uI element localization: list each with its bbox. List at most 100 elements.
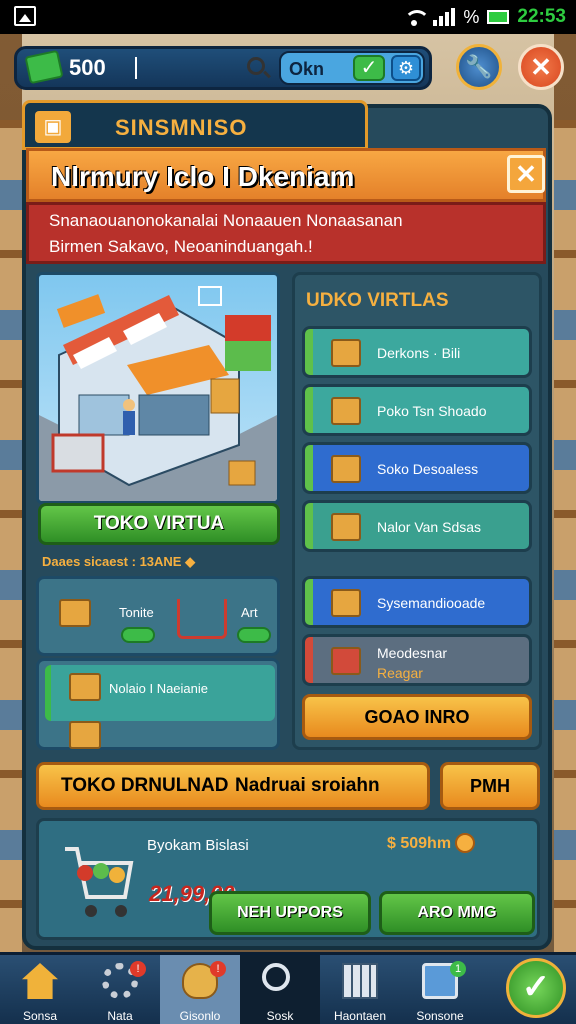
goao-inro-button[interactable]: GOAO INRO: [302, 694, 532, 740]
shopping-cart-icon: [65, 847, 134, 917]
box-icon: [331, 339, 361, 367]
mini-item-label: Nolaio I Naeianie: [109, 681, 209, 696]
mini-items-panel: Tonite Art: [36, 576, 280, 656]
promo-label: Daaes sicaest : 13ANE ◆: [42, 554, 196, 569]
panel-tab[interactable]: ▣ SINSMNISO: [22, 100, 368, 150]
upgrade-button[interactable]: NEH UPPORS: [209, 891, 371, 935]
search-icon[interactable]: [247, 57, 265, 75]
notification-badge: !: [130, 961, 146, 977]
list-item[interactable]: Soko Desoaless: [302, 442, 532, 494]
coin-icon: [455, 833, 475, 853]
list-item[interactable]: Sysemandiooade: [302, 576, 532, 628]
list-item-label: Meodesnar: [377, 645, 448, 661]
alert-line-2: Birmen Sakavo, Neoaninduangah.!: [49, 237, 313, 256]
currency-bar: 500 Okn ✓ ⚙: [14, 46, 432, 90]
tab-title: SINSMNISO: [115, 115, 248, 140]
card-price: $ 509hm: [387, 835, 452, 852]
status-bar: % 22:53: [0, 0, 576, 34]
nav-label: Sosk: [266, 1009, 294, 1023]
wifi-icon: [403, 8, 431, 26]
nav-label: Sonsa: [22, 1009, 58, 1023]
box-icon: [331, 397, 361, 425]
mini-item-label: Art: [241, 605, 258, 620]
gallery-icon: [14, 6, 36, 26]
list-item[interactable]: Derkons · Bili: [302, 326, 532, 378]
nav-label: Sonsone: [416, 1009, 464, 1023]
nav-home[interactable]: Sonsa: [0, 955, 80, 1024]
list-item-label: Poko Tsn Shoado: [377, 403, 487, 419]
banner-close-button[interactable]: ✕: [507, 155, 545, 193]
pmh-button[interactable]: PMH: [440, 762, 540, 810]
box-icon: [69, 673, 101, 701]
box-icon: [331, 513, 361, 541]
bar-left-text: TOKO DRNULNAD: [61, 775, 229, 796]
store-illustration: [36, 272, 280, 504]
nav-label: Nata: [107, 1009, 133, 1023]
wrench-icon: 🔧: [465, 54, 493, 79]
home-icon: [22, 963, 58, 999]
notification-badge: !: [210, 961, 226, 977]
banner: Nlrmury Iclo I Dkeniam ✕: [26, 148, 546, 202]
ok-label: Okn: [289, 59, 325, 79]
shelf-right: [554, 120, 576, 960]
bottom-nav: Sonsa ! Nata ! Gisonlo Sosk Haontaen 1 S…: [0, 952, 576, 1024]
check-icon: ✓: [521, 968, 551, 1006]
list-item-label: Sysemandiooade: [377, 595, 486, 611]
check-icon[interactable]: ✓: [353, 55, 385, 81]
clock: 22:53: [517, 6, 566, 27]
notification-badge: 1: [450, 961, 466, 977]
nav-coins[interactable]: ! Gisonlo: [160, 955, 240, 1024]
mini-item-row[interactable]: Nolaio I Naeianie: [36, 658, 280, 750]
toko-virtual-button[interactable]: TOKO VIRTUA: [38, 503, 280, 545]
box-icon: [69, 721, 101, 749]
box-icon: [331, 589, 361, 617]
produce-icon: [331, 647, 361, 675]
box-icon: [331, 455, 361, 483]
text-cursor: [135, 57, 137, 79]
banner-title: Nlrmury Iclo I Dkeniam: [51, 161, 355, 192]
nav-display[interactable]: 1 Sonsone: [400, 955, 480, 1024]
aro-mmg-button[interactable]: ARO MMG: [379, 891, 535, 935]
close-icon: ✕: [515, 159, 537, 189]
nav-label: Haontaen: [333, 1009, 387, 1023]
calendar-icon: [342, 963, 378, 999]
alert-box: Snanaouanonokanalai Nonaauen Nonaasanan …: [26, 202, 546, 264]
list-item[interactable]: Meodesnar Reagar: [302, 634, 532, 686]
product-card: Byokam Bislasi $ 509hm 21,99,00 NEH UPPO…: [36, 818, 540, 940]
money-icon: [24, 49, 64, 85]
list-item-sublabel: Reagar: [377, 665, 423, 681]
cart-icon: [177, 599, 227, 639]
battery-text: %: [463, 6, 480, 27]
mini-item-label: Tonite: [119, 605, 154, 620]
mini-item-toggle[interactable]: [237, 627, 271, 643]
nav-calendar[interactable]: Haontaen: [320, 955, 400, 1024]
list-item-label: Nalor Van Sdsas: [377, 519, 482, 535]
battery-icon: [487, 10, 510, 24]
list-item[interactable]: Nalor Van Sdsas: [302, 500, 532, 552]
nav-settings[interactable]: ! Nata: [80, 955, 160, 1024]
shelf-left: [0, 120, 22, 960]
list-title: UDKO VIRTLAS: [306, 290, 449, 311]
money-amount: 500: [69, 55, 106, 80]
nav-search[interactable]: Sosk: [240, 955, 320, 1024]
search-icon: [262, 963, 290, 991]
bar-right-text: Nadruai sroiahn: [235, 775, 380, 796]
box-icon: [59, 599, 91, 627]
gear-icon[interactable]: ⚙: [391, 55, 421, 81]
ok-pill[interactable]: Okn ✓ ⚙: [279, 51, 425, 85]
mini-item-toggle[interactable]: [121, 627, 155, 643]
list-item[interactable]: Poko Tsn Shoado: [302, 384, 532, 436]
signal-icon: [433, 8, 456, 26]
box-icon: ▣: [35, 111, 71, 143]
close-icon: ✕: [530, 52, 552, 82]
confirm-button[interactable]: ✓: [506, 958, 566, 1018]
list-item-label: Derkons · Bili: [377, 345, 461, 361]
card-title: Byokam Bislasi: [147, 837, 249, 854]
alert-line-1: Snanaouanonokanalai Nonaauen Nonaasanan: [49, 211, 403, 230]
list-item-label: Soko Desoaless: [377, 461, 479, 477]
toko-bar-button[interactable]: TOKO DRNULNAD Nadruai sroiahn: [36, 762, 430, 810]
close-button[interactable]: ✕: [518, 44, 564, 90]
nav-label: Gisonlo: [179, 1009, 221, 1023]
store-building-image: [39, 286, 277, 501]
wrench-button[interactable]: 🔧: [456, 44, 502, 90]
